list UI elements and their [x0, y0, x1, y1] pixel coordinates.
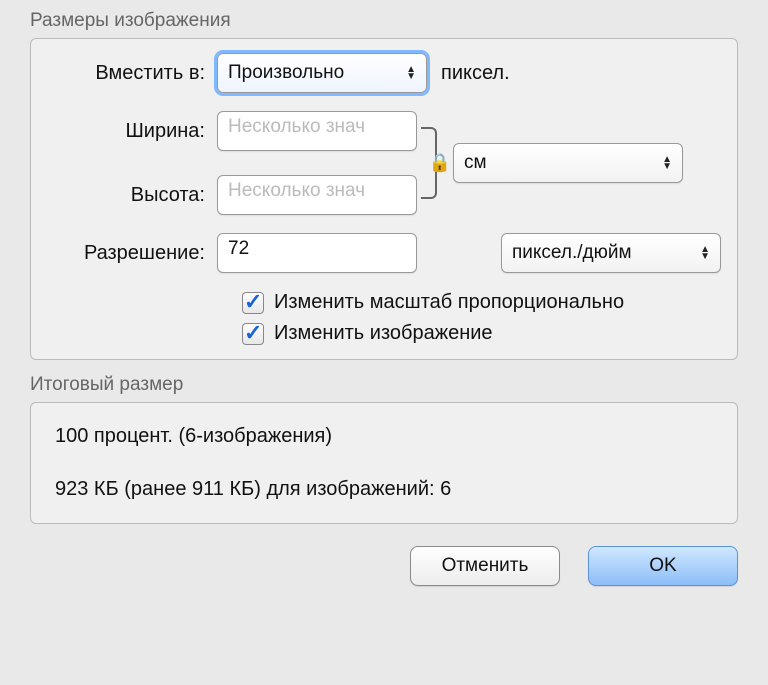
- result-line-2: 923 КБ (ранее 911 КБ) для изображений: 6: [55, 478, 713, 501]
- result-title: Итоговый размер: [30, 374, 738, 396]
- scale-proportional-checkbox[interactable]: [242, 292, 264, 314]
- link-bracket: 🔒: [419, 119, 447, 207]
- resample-row: Изменить изображение: [242, 322, 721, 345]
- scale-proportional-label: Изменить масштаб пропорционально: [274, 291, 624, 314]
- resolution-unit-value: пиксел./дюйм: [512, 242, 632, 264]
- height-label: Высота:: [47, 184, 217, 207]
- updown-icon: ▲▼: [662, 156, 672, 170]
- resample-checkbox[interactable]: [242, 323, 264, 345]
- fit-row: Вместить в: Произвольно ▲▼ пиксел.: [47, 53, 721, 93]
- lock-icon[interactable]: 🔒: [429, 153, 451, 174]
- fit-label: Вместить в:: [47, 62, 217, 85]
- image-dimensions-title: Размеры изображения: [30, 10, 738, 32]
- result-group: 100 процент. (6-изображения) 923 КБ (ран…: [30, 402, 738, 524]
- resolution-unit-select[interactable]: пиксел./дюйм ▲▼: [501, 233, 721, 273]
- resolution-row: Разрешение: 72 пиксел./дюйм ▲▼: [47, 233, 721, 273]
- width-input[interactable]: Несколько знач: [217, 111, 417, 151]
- resolution-input[interactable]: 72: [217, 233, 417, 273]
- image-dimensions-group: Вместить в: Произвольно ▲▼ пиксел. Ширин…: [30, 38, 738, 360]
- fit-value: Произвольно: [228, 62, 344, 84]
- cancel-button[interactable]: Отменить: [410, 546, 560, 586]
- updown-icon: ▲▼: [700, 246, 710, 260]
- scale-proportional-row: Изменить масштаб пропорционально: [242, 291, 721, 314]
- updown-icon: ▲▼: [406, 66, 416, 80]
- dialog-buttons: Отменить OK: [30, 546, 738, 586]
- fit-select[interactable]: Произвольно ▲▼: [217, 53, 427, 93]
- ok-button[interactable]: OK: [588, 546, 738, 586]
- width-height-stack: Ширина: Несколько знач Высота: Несколько…: [47, 111, 721, 215]
- fit-unit-note: пиксел.: [441, 62, 510, 85]
- width-label: Ширина:: [47, 120, 217, 143]
- resample-label: Изменить изображение: [274, 322, 493, 345]
- result-line-1: 100 процент. (6-изображения): [55, 425, 713, 448]
- dim-unit-value: см: [464, 152, 487, 174]
- dim-unit-select[interactable]: см ▲▼: [453, 143, 683, 183]
- height-input[interactable]: Несколько знач: [217, 175, 417, 215]
- resolution-label: Разрешение:: [47, 242, 217, 265]
